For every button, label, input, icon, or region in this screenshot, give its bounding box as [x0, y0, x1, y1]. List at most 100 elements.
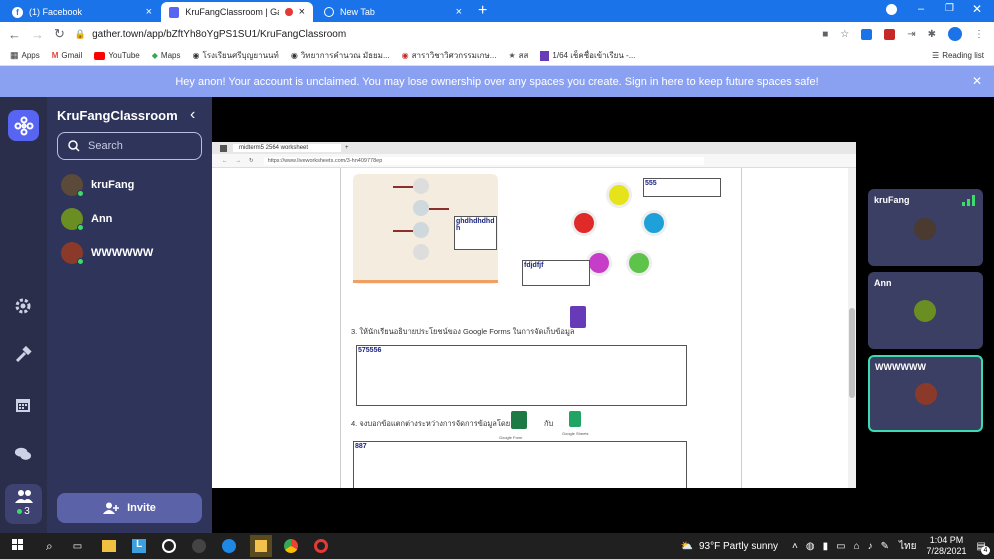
online-dot [77, 224, 84, 231]
chat-icon[interactable] [14, 445, 32, 463]
clock[interactable]: 1:04 PM 7/28/2021 [927, 535, 967, 557]
close-window-icon[interactable]: ✕ [972, 2, 982, 16]
extension-icon[interactable]: ⇥ [907, 29, 915, 40]
extension-icon[interactable] [884, 28, 896, 40]
language-indicator[interactable]: ไทย [899, 539, 916, 554]
member-row[interactable]: WWWWWW [61, 242, 153, 265]
globe-icon [324, 7, 334, 17]
app-icon[interactable] [162, 539, 177, 553]
microphone-icon[interactable]: ▮ [823, 541, 829, 552]
reading-list[interactable]: ☰ Reading list [932, 51, 984, 60]
answer-field-4[interactable]: 575556 [356, 345, 687, 406]
reload-icon[interactable]: ↻ [54, 26, 65, 42]
youtube-icon [94, 51, 106, 60]
answer-field-3[interactable]: fdjdfjf [522, 260, 590, 286]
bookmark-youtube[interactable]: YouTube [94, 51, 140, 60]
globe-icon: ◉ [192, 51, 200, 60]
online-dot [17, 509, 23, 514]
extension-icon[interactable] [861, 28, 873, 40]
pen-icon[interactable]: ✎ [881, 541, 889, 552]
network-icon[interactable]: ⌂ [854, 541, 860, 552]
google-forms-icon [570, 306, 586, 328]
profile-avatar[interactable] [948, 27, 962, 41]
scrollbar[interactable] [848, 168, 856, 488]
puzzle-icon[interactable]: ✱ [928, 29, 936, 40]
url-field[interactable]: gather.town/app/bZftYh8oYgPS1SU1/KruFang… [92, 29, 346, 40]
gather-logo-icon [14, 116, 33, 135]
shared-tab-bar: midterm5 2564 worksheet + [212, 142, 856, 154]
restore-icon[interactable]: ❐ [945, 3, 954, 14]
collapse-chevron-icon[interactable]: ‹ [190, 106, 195, 124]
search-icon [68, 140, 80, 152]
tab-facebook[interactable]: f (1) Facebook × [4, 2, 160, 22]
bookmark-computing[interactable]: ◉ วิทยาการคำนวณ มัธยม... [291, 49, 390, 62]
back-icon[interactable]: ← [8, 27, 21, 42]
question-4: 4. จงบอกข้อแตกต่างระหว่างการจัดการข้อมูล… [351, 419, 511, 428]
windows-start-icon[interactable] [12, 538, 24, 554]
sidebar-toggle-icon [220, 144, 227, 152]
video-tile[interactable]: kruFang [868, 189, 983, 266]
scrollbar-thumb[interactable] [849, 308, 855, 398]
video-tile[interactable]: Ann [868, 272, 983, 349]
bookmark-engineering[interactable]: ◉ สาราวิชาวิศวกรรมเกษ... [402, 49, 497, 62]
camera-icon[interactable]: ■ [822, 29, 828, 40]
answer-field-1[interactable]: 555 [643, 178, 721, 197]
file-explorer-icon[interactable] [102, 540, 117, 552]
new-tab-button[interactable]: + [478, 2, 487, 20]
tab-newtab[interactable]: New Tab × [316, 2, 470, 22]
answer-field-5[interactable]: 887 [353, 441, 687, 488]
calendar-icon[interactable] [14, 396, 32, 414]
battery-icon[interactable]: ▭ [836, 541, 845, 552]
edge-icon[interactable] [222, 539, 237, 553]
star-icon[interactable]: ☆ [840, 29, 849, 40]
volume-icon[interactable]: ♪ [868, 541, 873, 552]
forward-icon[interactable]: → [31, 27, 44, 42]
system-tray-icon[interactable]: ◍ [806, 541, 815, 552]
close-icon[interactable]: ✕ [972, 74, 982, 88]
screen-share[interactable]: midterm5 2564 worksheet + ← → ↻ https://ww… [212, 142, 856, 488]
bookmark-attendance[interactable]: 1/64 เช็คชื่อเข้าเรียน -... [540, 49, 635, 62]
member-row[interactable]: kruFang [61, 174, 134, 197]
build-hammer-icon[interactable] [14, 346, 32, 364]
chrome-icon[interactable] [284, 539, 299, 553]
close-icon[interactable]: × [299, 6, 305, 18]
weather-widget[interactable]: ⛅ 93°F Partly sunny [681, 541, 779, 552]
bookmark-ss[interactable]: ★ สส [508, 49, 528, 62]
video-tile-active[interactable]: WWWWWW [868, 355, 983, 432]
bookmark-maps[interactable]: ◆ Maps [152, 51, 181, 60]
participants-button[interactable]: 3 [5, 484, 42, 524]
invite-button[interactable]: Invite [57, 493, 202, 523]
excel-icon [511, 411, 527, 429]
close-icon[interactable]: × [146, 6, 152, 18]
answer-field-2[interactable]: ghdhdhdhdh [454, 216, 497, 250]
worksheet: ghdhdhdhdh 555 fdjdfjf 3. ให้นักเรียนอธิ… [340, 168, 742, 488]
chevron-up-icon[interactable]: ˄ [792, 541, 798, 552]
unclaimed-account-banner[interactable]: Hey anon! Your account is unclaimed. You… [0, 66, 994, 97]
lock-icon: 🔒 [74, 28, 87, 39]
globe-icon: ◉ [401, 51, 409, 60]
tab-gather[interactable]: KruFangClassroom | Gather × [161, 2, 313, 22]
member-row[interactable]: Ann [61, 208, 112, 231]
settings-icon[interactable] [14, 297, 32, 315]
search-icon[interactable]: ⌕ [46, 539, 53, 554]
bookmark-apps[interactable]: ▦ Apps [10, 50, 40, 61]
notification-icon[interactable]: ▤ 4 [977, 541, 990, 555]
menu-icon[interactable]: ⋮ [974, 29, 984, 40]
gather-logo[interactable] [8, 110, 39, 141]
app-l-icon[interactable]: L [132, 539, 147, 553]
close-icon[interactable]: × [456, 6, 462, 18]
avatar [61, 208, 84, 231]
reading-list-icon: ☰ [932, 51, 940, 60]
app-icon[interactable] [192, 539, 207, 553]
facebook-icon: f [12, 6, 23, 18]
task-view-icon[interactable]: ▭ [73, 541, 82, 552]
minimize-icon[interactable]: – [918, 3, 924, 15]
add-user-icon [103, 502, 120, 514]
bookmark-school[interactable]: ◉ โรงเรียนศรีบุญยานนท์ [192, 49, 278, 62]
bookmark-gmail[interactable]: M Gmail [52, 51, 83, 60]
gather-icon-rail: 3 [0, 97, 47, 533]
app-icon[interactable] [314, 539, 329, 553]
sticky-notes-icon[interactable] [250, 535, 273, 557]
search-input[interactable]: Search [57, 132, 202, 160]
tab-search-icon[interactable] [886, 4, 897, 15]
